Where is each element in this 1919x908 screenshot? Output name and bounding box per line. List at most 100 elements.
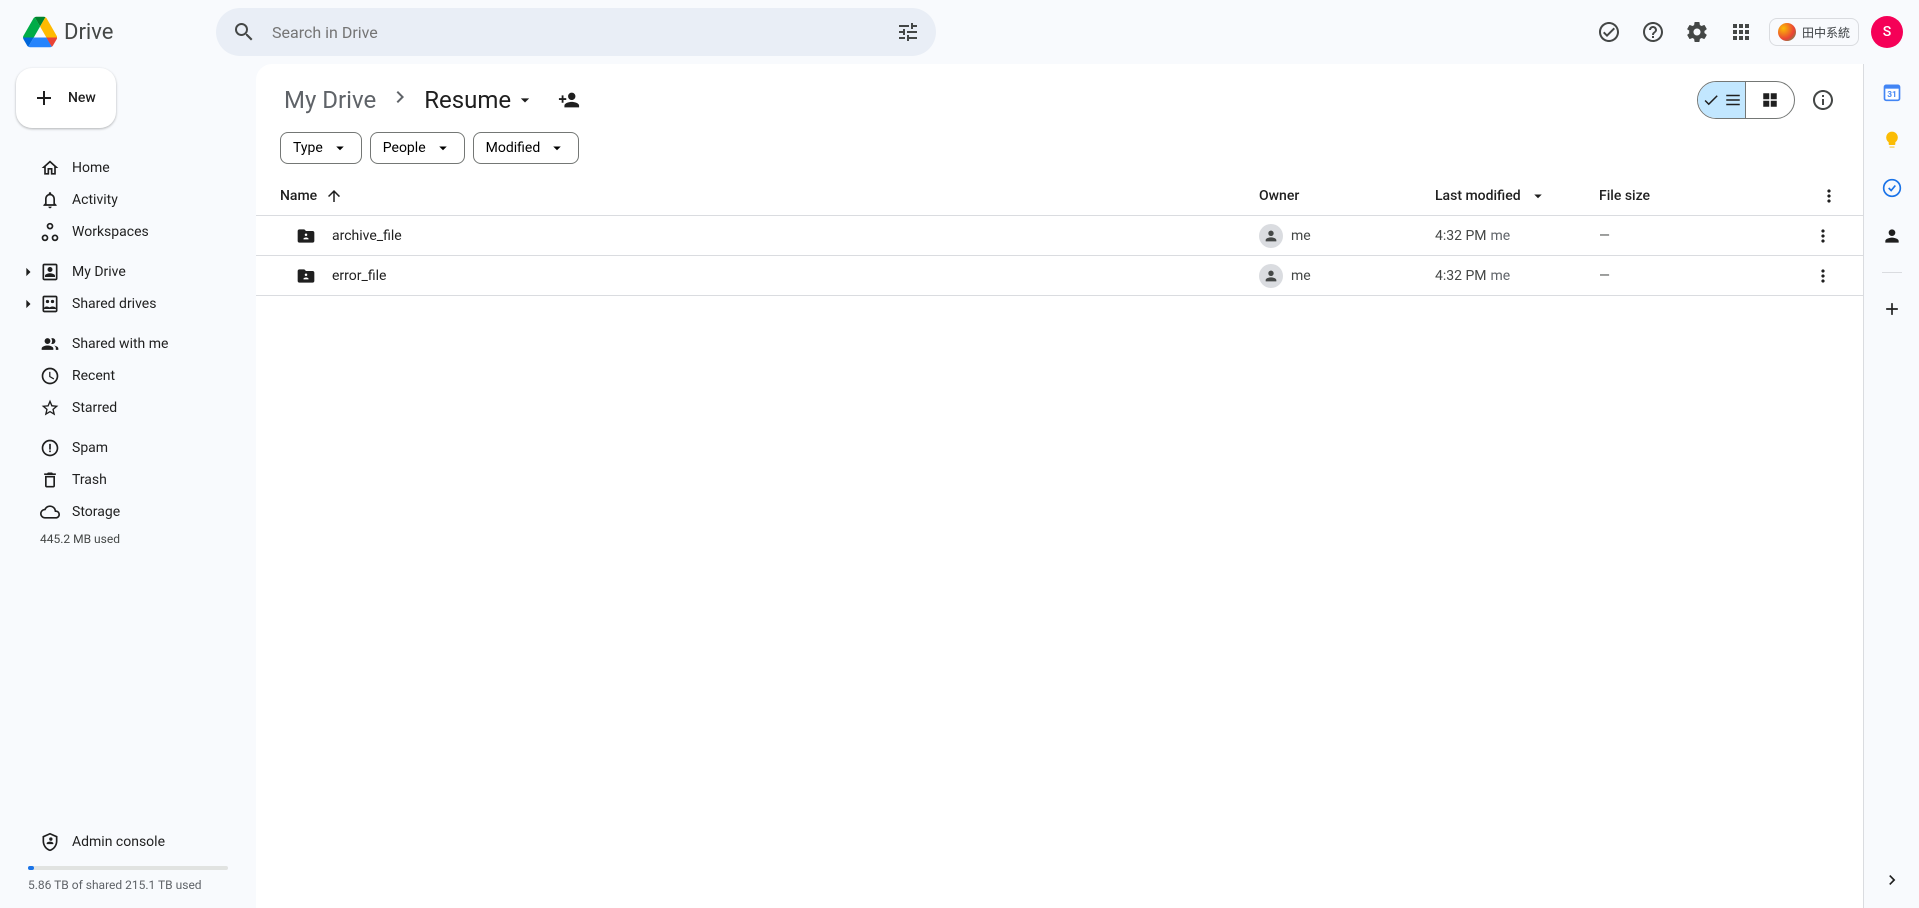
nav-drives: My Drive Shared drives	[16, 256, 240, 320]
nav-shared: Shared with me Recent Starred	[16, 328, 240, 424]
spam-icon	[40, 438, 60, 458]
sidebar-item-label: Trash	[72, 472, 107, 488]
share-folder-button[interactable]	[551, 82, 587, 118]
sidebar-item-spam[interactable]: Spam	[16, 432, 240, 464]
admin-icon	[40, 832, 60, 852]
search-input[interactable]	[264, 23, 888, 42]
new-button[interactable]: New	[16, 68, 116, 128]
new-button-label: New	[68, 90, 96, 106]
bell-icon	[40, 190, 60, 210]
breadcrumb-root[interactable]: My Drive	[280, 82, 380, 118]
arrow-up-icon	[325, 187, 343, 205]
col-label: Last modified	[1435, 188, 1521, 204]
chevron-right-icon	[388, 85, 412, 115]
support-icon[interactable]	[1633, 12, 1673, 52]
sidebar-item-starred[interactable]: Starred	[16, 392, 240, 424]
caret-down-icon	[331, 139, 349, 157]
modified-time: 4:32 PM	[1435, 228, 1487, 244]
search-icon[interactable]	[224, 12, 264, 52]
offline-ready-icon[interactable]	[1589, 12, 1629, 52]
row-more-button[interactable]	[1807, 260, 1839, 292]
col-more[interactable]	[1799, 186, 1839, 206]
sidebar-item-label: My Drive	[72, 264, 126, 280]
contacts-addon[interactable]	[1872, 216, 1912, 256]
filter-label: People	[383, 140, 426, 156]
size-cell: —	[1599, 228, 1799, 244]
account-avatar[interactable]: S	[1871, 16, 1903, 48]
sidebar-item-mydrive[interactable]: My Drive	[16, 256, 240, 288]
workspaces-icon	[40, 222, 60, 242]
account-org-label: 田中系統	[1802, 24, 1850, 41]
nav-primary: Home Activity Workspaces	[16, 152, 240, 248]
sidebar-item-label: Activity	[72, 192, 118, 208]
caret-down-icon	[515, 90, 535, 110]
filter-modified[interactable]: Modified	[473, 132, 580, 164]
shared-storage-bar-fill	[28, 866, 34, 870]
col-size[interactable]: File size	[1599, 188, 1799, 204]
sidebar-item-recent[interactable]: Recent	[16, 360, 240, 392]
sidebar: New Home Activity Workspaces My Drive	[0, 64, 256, 908]
nav-cleanup: Spam Trash Storage 445.2 MB used	[16, 432, 240, 550]
sidebar-item-shareddrives[interactable]: Shared drives	[16, 288, 240, 320]
filter-label: Type	[293, 140, 323, 156]
caret-down-icon	[1529, 187, 1547, 205]
calendar-addon[interactable]: 31	[1872, 72, 1912, 112]
chevron-right-icon[interactable]	[20, 264, 36, 280]
side-rail: 31	[1863, 64, 1919, 908]
sidebar-item-label: Recent	[72, 368, 115, 384]
sidebar-item-sharedwithme[interactable]: Shared with me	[16, 328, 240, 360]
sidebar-item-activity[interactable]: Activity	[16, 184, 240, 216]
col-owner[interactable]: Owner	[1259, 188, 1435, 204]
filter-people[interactable]: People	[370, 132, 465, 164]
table-row[interactable]: error_file me 4:32 PM me —	[256, 256, 1863, 296]
mydrive-icon	[40, 262, 60, 282]
actions-cell	[1799, 220, 1839, 252]
apps-icon[interactable]	[1721, 12, 1761, 52]
file-table: Name Owner Last modified File size archi…	[256, 176, 1863, 296]
size-cell: —	[1599, 268, 1799, 284]
filter-type[interactable]: Type	[280, 132, 362, 164]
actions-cell	[1799, 260, 1839, 292]
app-title: Drive	[64, 20, 113, 45]
sidebar-item-workspaces[interactable]: Workspaces	[16, 216, 240, 248]
settings-icon[interactable]	[1677, 12, 1717, 52]
owner-cell: me	[1259, 224, 1435, 248]
logo-area[interactable]: Drive	[8, 12, 208, 52]
main-content: My Drive Resume	[256, 64, 1863, 908]
sidebar-item-storage[interactable]: Storage	[16, 496, 240, 528]
sidebar-item-trash[interactable]: Trash	[16, 464, 240, 496]
keep-addon[interactable]	[1872, 120, 1912, 160]
get-addons[interactable]	[1872, 289, 1912, 329]
chevron-right-icon[interactable]	[20, 296, 36, 312]
search-options-icon[interactable]	[888, 12, 928, 52]
sidebar-item-label: Workspaces	[72, 224, 149, 240]
clock-icon	[40, 366, 60, 386]
sidebar-item-home[interactable]: Home	[16, 152, 240, 184]
details-toggle-button[interactable]	[1803, 80, 1843, 120]
account-switcher[interactable]: 田中系統	[1769, 18, 1859, 46]
sidebar-item-label: Shared with me	[72, 336, 168, 352]
storage-used-text: 445.2 MB used	[16, 528, 240, 550]
col-modified[interactable]: Last modified	[1435, 187, 1599, 205]
sidebar-item-label: Home	[72, 160, 110, 176]
breadcrumb: My Drive Resume	[280, 82, 539, 118]
table-body: archive_file me 4:32 PM me — error_file	[256, 216, 1863, 296]
row-more-button[interactable]	[1807, 220, 1839, 252]
owner-name: me	[1291, 268, 1311, 284]
tasks-addon[interactable]	[1872, 168, 1912, 208]
file-name: error_file	[332, 268, 386, 284]
col-name[interactable]: Name	[280, 187, 1259, 205]
table-row[interactable]: archive_file me 4:32 PM me —	[256, 216, 1863, 256]
hide-side-panel[interactable]	[1872, 860, 1912, 900]
sidebar-item-admin[interactable]: Admin console	[16, 826, 240, 858]
name-cell: error_file	[280, 266, 1259, 286]
breadcrumb-current[interactable]: Resume	[420, 82, 539, 118]
svg-text:31: 31	[1887, 90, 1897, 100]
sidebar-item-label: Starred	[72, 400, 117, 416]
modified-time: 4:32 PM	[1435, 268, 1487, 284]
owner-avatar-icon	[1259, 264, 1283, 288]
list-view-button[interactable]	[1698, 82, 1746, 118]
grid-view-button[interactable]	[1746, 82, 1794, 118]
person-add-icon	[558, 89, 580, 111]
caret-down-icon	[434, 139, 452, 157]
